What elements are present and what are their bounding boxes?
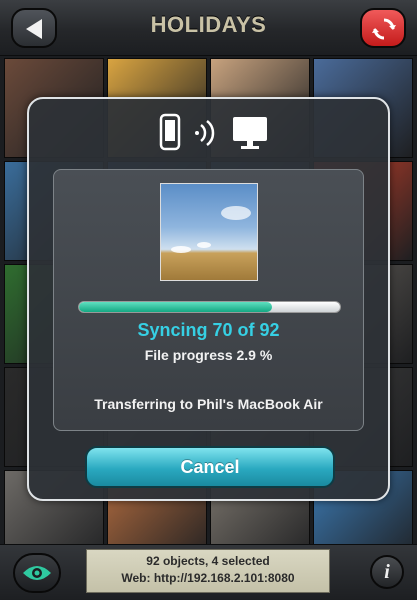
bottom-bar: 92 objects, 4 selected Web: http://192.1… (0, 544, 417, 600)
device-connection-graphic (159, 113, 267, 151)
monitor-icon (233, 117, 267, 149)
sync-dialog: Syncing 70 of 92 File progress 2.9 % Tra… (27, 97, 390, 501)
sync-panel: Syncing 70 of 92 File progress 2.9 % Tra… (53, 169, 364, 431)
refresh-icon (372, 18, 396, 40)
file-progress-text: File progress 2.9 % (144, 347, 273, 363)
top-bar: HOLIDAYS (0, 0, 417, 56)
info-icon: i (384, 561, 390, 583)
status-objects-text: 92 objects, 4 selected (146, 554, 270, 568)
transfer-target-text: Transferring to Phil's MacBook Air (94, 396, 323, 412)
cancel-button[interactable]: Cancel (85, 446, 335, 488)
current-photo-thumbnail (160, 183, 258, 281)
eye-icon (23, 566, 51, 580)
sync-status-text: Syncing 70 of 92 (137, 320, 280, 340)
preview-button[interactable] (13, 553, 61, 593)
status-display: 92 objects, 4 selected Web: http://192.1… (86, 549, 330, 593)
wifi-signal-icon (195, 120, 215, 146)
refresh-button[interactable] (360, 8, 406, 48)
phone-icon (159, 113, 181, 151)
info-button[interactable]: i (370, 555, 404, 589)
page-title: HOLIDAYS (150, 12, 267, 37)
back-arrow-icon (26, 19, 42, 39)
back-button[interactable] (11, 8, 57, 48)
sync-progress-fill (79, 302, 273, 312)
sync-progress-bar (78, 301, 341, 313)
status-web-address[interactable]: Web: http://192.168.2.101:8080 (87, 570, 329, 587)
